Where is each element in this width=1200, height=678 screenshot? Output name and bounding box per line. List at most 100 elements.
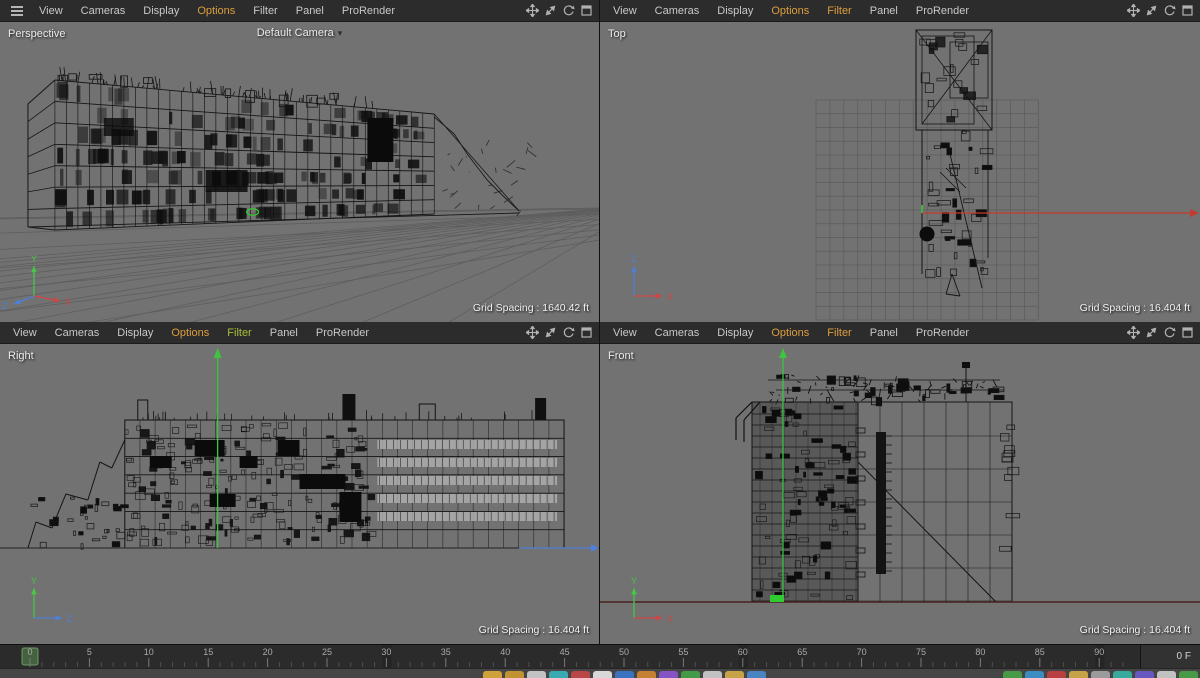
toolbar-icon[interactable] bbox=[483, 671, 502, 678]
toolbar-icon[interactable] bbox=[527, 671, 546, 678]
toolbar-icon[interactable] bbox=[725, 671, 744, 678]
viewport-label: Front bbox=[608, 350, 634, 362]
toolbar-icon[interactable] bbox=[615, 671, 634, 678]
move-icon[interactable] bbox=[1125, 324, 1142, 341]
viewport-canvas-front[interactable]: YX Front Grid Spacing : 16.404 ft bbox=[600, 344, 1200, 644]
camera-name: Default Camera bbox=[256, 27, 334, 39]
toolbar-icon[interactable] bbox=[703, 671, 722, 678]
menu-item-display[interactable]: Display bbox=[134, 5, 188, 17]
menu-item-filter[interactable]: Filter bbox=[218, 327, 260, 339]
rotate-icon[interactable] bbox=[1163, 4, 1176, 17]
toolbar-icon[interactable] bbox=[747, 671, 766, 678]
chevron-down-icon: ▾ bbox=[337, 27, 343, 38]
toolbar-icon[interactable] bbox=[593, 671, 612, 678]
toolbar-icon[interactable] bbox=[1069, 671, 1088, 678]
rotate-icon[interactable] bbox=[562, 4, 575, 17]
svg-text:70: 70 bbox=[857, 647, 867, 657]
menu-item-panel[interactable]: Panel bbox=[261, 327, 307, 339]
menu-item-options[interactable]: Options bbox=[762, 327, 818, 339]
svg-text:40: 40 bbox=[500, 647, 510, 657]
viewport-canvas-perspective[interactable]: Y X Z Perspective Default Camera ▾ Grid Sp… bbox=[0, 22, 599, 322]
menu-item-view[interactable]: View bbox=[604, 327, 646, 339]
svg-text:Z: Z bbox=[67, 614, 73, 624]
menu-item-filter[interactable]: Filter bbox=[818, 5, 860, 17]
svg-text:X: X bbox=[667, 292, 673, 302]
svg-text:60: 60 bbox=[738, 647, 748, 657]
main-toolbar bbox=[0, 668, 1200, 678]
grid-spacing-readout: Grid Spacing : 1640.42 ft bbox=[472, 302, 589, 314]
zoom-icon[interactable] bbox=[1145, 326, 1158, 339]
menu-item-filter[interactable]: Filter bbox=[818, 327, 860, 339]
menu-item-display[interactable]: Display bbox=[708, 5, 762, 17]
menu-item-display[interactable]: Display bbox=[108, 327, 162, 339]
menu-item-prorender[interactable]: ProRender bbox=[307, 327, 378, 339]
menu-item-prorender[interactable]: ProRender bbox=[333, 5, 404, 17]
svg-text:5: 5 bbox=[87, 647, 92, 657]
toolbar-icon[interactable] bbox=[1091, 671, 1110, 678]
zoom-icon[interactable] bbox=[544, 4, 557, 17]
zoom-icon[interactable] bbox=[1145, 4, 1158, 17]
zoom-icon[interactable] bbox=[544, 326, 557, 339]
menu-item-cameras[interactable]: Cameras bbox=[72, 5, 135, 17]
current-frame-field[interactable]: 0 F bbox=[1140, 645, 1200, 669]
menu-item-view[interactable]: View bbox=[604, 5, 646, 17]
menu-item-prorender[interactable]: ProRender bbox=[907, 5, 978, 17]
toolbar-icon[interactable] bbox=[1047, 671, 1066, 678]
menu-item-cameras[interactable]: Cameras bbox=[646, 5, 709, 17]
menu-item-view[interactable]: View bbox=[4, 327, 46, 339]
timeline-ruler[interactable]: 0 5 10 15 20 25 30 35 40 45 50 55 60 65 70 75 80 85 90 bbox=[0, 645, 1140, 669]
grid-spacing-readout: Grid Spacing : 16.404 ft bbox=[1079, 302, 1190, 314]
svg-text:25: 25 bbox=[322, 647, 332, 657]
toolbar-icon[interactable] bbox=[637, 671, 656, 678]
viewport-label: Right bbox=[8, 350, 34, 362]
maximize-icon[interactable] bbox=[580, 4, 593, 17]
menu-item-filter[interactable]: Filter bbox=[244, 5, 286, 17]
viewport-canvas-right[interactable]: YZ Right Grid Spacing : 16.404 ft bbox=[0, 344, 599, 644]
svg-text:45: 45 bbox=[560, 647, 570, 657]
toolbar-icon[interactable] bbox=[1179, 671, 1198, 678]
toolbar-icon[interactable] bbox=[1025, 671, 1044, 678]
menu-icon[interactable] bbox=[11, 9, 23, 12]
maximize-icon[interactable] bbox=[1181, 4, 1194, 17]
menu-item-view[interactable]: View bbox=[30, 5, 72, 17]
menu-item-options[interactable]: Options bbox=[188, 5, 244, 17]
move-icon[interactable] bbox=[524, 2, 541, 19]
maximize-icon[interactable] bbox=[1181, 326, 1194, 339]
svg-text:Y: Y bbox=[631, 576, 637, 586]
menu-item-options[interactable]: Options bbox=[162, 327, 218, 339]
camera-dropdown[interactable]: Default Camera ▾ bbox=[257, 27, 343, 39]
toolbar-icon[interactable] bbox=[571, 671, 590, 678]
viewport-canvas-top[interactable]: ZX Top Grid Spacing : 16.404 ft bbox=[600, 22, 1200, 322]
top-wireframe-scene: ZX bbox=[631, 29, 1199, 321]
front-wireframe-scene: YX bbox=[600, 348, 1200, 624]
maximize-icon[interactable] bbox=[580, 326, 593, 339]
toolbar-icon[interactable] bbox=[549, 671, 568, 678]
menu-item-panel[interactable]: Panel bbox=[287, 5, 333, 17]
svg-text:0: 0 bbox=[27, 647, 32, 657]
menu-item-cameras[interactable]: Cameras bbox=[646, 327, 709, 339]
menu-item-display[interactable]: Display bbox=[708, 327, 762, 339]
toolbar-icon[interactable] bbox=[1003, 671, 1022, 678]
toolbar-icon[interactable] bbox=[1157, 671, 1176, 678]
menu-item-options[interactable]: Options bbox=[762, 5, 818, 17]
rotate-icon[interactable] bbox=[562, 326, 575, 339]
svg-text:35: 35 bbox=[441, 647, 451, 657]
svg-text:80: 80 bbox=[975, 647, 985, 657]
toolbar-icon[interactable] bbox=[1113, 671, 1132, 678]
move-icon[interactable] bbox=[524, 324, 541, 341]
rotate-icon[interactable] bbox=[1163, 326, 1176, 339]
app-window: View Cameras Display Options Filter Panel ProR… bbox=[0, 0, 1200, 678]
grid-spacing-readout: Grid Spacing : 16.404 ft bbox=[1079, 624, 1190, 636]
toolbar-icon[interactable] bbox=[659, 671, 678, 678]
menu-item-prorender[interactable]: ProRender bbox=[907, 327, 978, 339]
menu-item-cameras[interactable]: Cameras bbox=[46, 327, 109, 339]
toolbar-icon[interactable] bbox=[681, 671, 700, 678]
viewport-label: Perspective bbox=[8, 28, 66, 40]
toolbar-icon[interactable] bbox=[505, 671, 524, 678]
move-icon[interactable] bbox=[1125, 2, 1142, 19]
viewport-menubar: View Cameras Display Options Filter Panel ProR… bbox=[600, 0, 1200, 22]
toolbar-icon[interactable] bbox=[1135, 671, 1154, 678]
svg-text:75: 75 bbox=[916, 647, 926, 657]
menu-item-panel[interactable]: Panel bbox=[861, 327, 907, 339]
menu-item-panel[interactable]: Panel bbox=[861, 5, 907, 17]
